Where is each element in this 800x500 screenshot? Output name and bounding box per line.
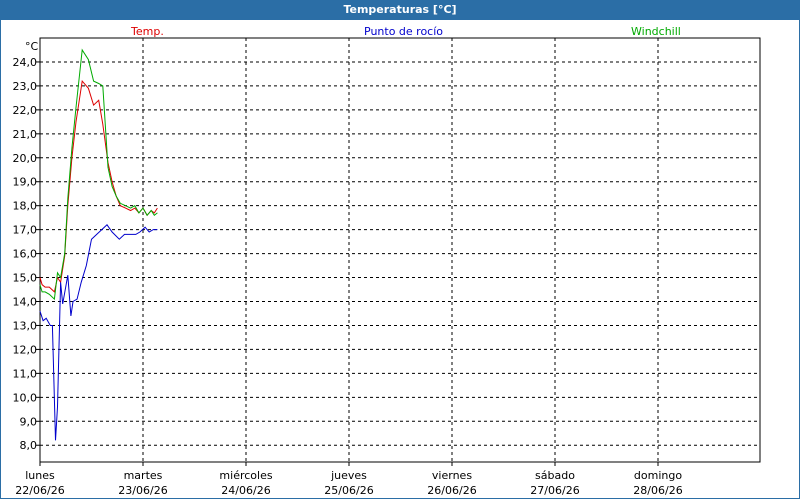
y-tick-label: 9,0 [20,415,38,428]
x-tick-date: 23/06/26 [118,484,167,497]
y-tick-label: 15,0 [13,272,38,285]
y-tick-label: 16,0 [13,248,38,261]
series-line-0 [39,79,158,293]
y-tick-label: 24,0 [13,56,38,69]
y-tick-label: 23,0 [13,80,38,93]
series-line-1 [39,224,158,441]
plot-area [39,37,761,463]
x-tick-date: 28/06/26 [633,484,682,497]
y-tick-label: 17,0 [13,224,38,237]
x-tick-date: 27/06/26 [530,484,579,497]
y-tick-label: 13,0 [13,319,38,332]
y-unit-label: °C [25,40,39,53]
y-tick-label: 14,0 [13,296,38,309]
x-tick-date: 22/06/26 [15,484,64,497]
y-tick-label: 8,0 [20,439,38,452]
x-tick-date: 25/06/26 [324,484,373,497]
y-tick-label: 20,0 [13,152,38,165]
x-tick-day: sábado [535,469,575,482]
x-tick-date: 26/06/26 [427,484,476,497]
x-tick-day: lunes [25,469,55,482]
x-tick-day: domingo [634,469,682,482]
y-tick-label: 19,0 [13,176,38,189]
x-tick-day: jueves [330,469,367,482]
y-tick-label: 22,0 [13,104,38,117]
x-tick-day: viernes [432,469,472,482]
temperature-chart: °C 8,0 9,0 10,0 11,0 12,0 13,0 14,0 15,0 16,0 17,0… [13,37,761,497]
y-tick-label: 12,0 [13,343,38,356]
y-tick-label: 10,0 [13,391,38,404]
series-line-2 [39,48,158,301]
x-tick-date: 24/06/26 [221,484,270,497]
y-tick-label: 21,0 [13,128,38,141]
y-tick-label: 18,0 [13,200,38,213]
y-tick-label: 11,0 [13,367,38,380]
x-tick-day: martes [124,469,163,482]
x-tick-day: miércoles [219,469,272,482]
